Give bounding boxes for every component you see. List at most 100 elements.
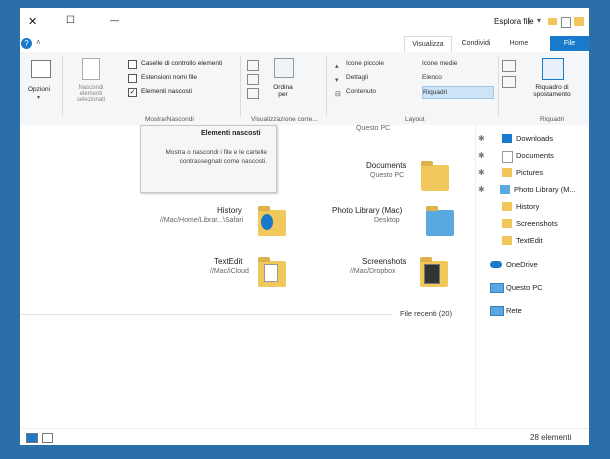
sort-by-label: Ordina per bbox=[273, 84, 293, 98]
hide-selected-label: Nascondi elementi selezionati bbox=[76, 85, 106, 103]
separator-icon: | bbox=[528, 16, 531, 25]
nav-item-downloads[interactable]: ✱ Downloads bbox=[476, 131, 589, 146]
expand-icon[interactable]: ⊟ bbox=[335, 90, 341, 98]
nav-item-label: Screenshots bbox=[516, 219, 558, 228]
navigation-pane-label: Riquadro di spostamento bbox=[533, 84, 571, 98]
nav-item-photo-library[interactable]: ✱ Photo Library (M... bbox=[476, 182, 589, 197]
tab-home[interactable]: Home bbox=[502, 36, 536, 51]
checkbox-label: Estensioni nomi file bbox=[141, 74, 197, 81]
file-tile[interactable]: Screenshots //Mac/Dropbox bbox=[320, 255, 475, 289]
hide-selected-button[interactable]: Nascondi elementi selezionati bbox=[68, 56, 114, 104]
scroll-up-icon[interactable]: ▴ bbox=[335, 62, 339, 70]
layout-item-selected[interactable]: Riquadri bbox=[422, 86, 494, 99]
group-label-panes: Riquadri bbox=[540, 116, 565, 123]
checkbox-item-checkboxes[interactable] bbox=[128, 60, 137, 69]
pin-icon: ✱ bbox=[478, 151, 485, 160]
pin-icon: ✱ bbox=[478, 134, 485, 143]
help-icon[interactable]: ? bbox=[21, 38, 32, 49]
file-tile[interactable]: Photo Library (Mac) Desktop bbox=[320, 204, 475, 238]
layout-item[interactable]: Contenuto bbox=[346, 86, 410, 97]
layout-item[interactable]: Elenco bbox=[422, 72, 486, 83]
nav-item-label: Documents bbox=[516, 151, 554, 160]
folder-icon bbox=[502, 202, 512, 211]
nav-item-onedrive[interactable]: OneDrive bbox=[476, 257, 589, 272]
close-button[interactable]: ✕ bbox=[28, 15, 37, 28]
options-label: Opzioni bbox=[28, 86, 51, 93]
nav-item-this-pc[interactable]: Questo PC bbox=[476, 280, 589, 295]
ribbon-tabs: ? ˄ Visualizza Condividi Home File bbox=[20, 36, 589, 53]
nav-item-pictures[interactable]: ✱ Pictures bbox=[476, 165, 589, 180]
computer-icon bbox=[490, 283, 504, 293]
checkbox-label: Caselle di controllo elementi bbox=[141, 60, 223, 67]
details-view-icon[interactable] bbox=[42, 433, 53, 443]
nav-item-label: TextEdit bbox=[516, 236, 543, 245]
minimize-button[interactable]: — bbox=[110, 15, 119, 25]
layout-item[interactable]: Icone medie bbox=[422, 58, 486, 69]
chevron-down-icon[interactable]: ▾ bbox=[537, 16, 541, 25]
app-folder-icon bbox=[574, 17, 584, 26]
network-icon bbox=[490, 306, 504, 316]
pin-icon: ✱ bbox=[478, 168, 485, 177]
options-button[interactable]: Opzioni ▾ bbox=[26, 56, 56, 112]
file-tile-name: Documents bbox=[366, 161, 407, 170]
file-tile-name: Photo Library (Mac) bbox=[332, 206, 403, 215]
maximize-button[interactable]: ☐ bbox=[66, 15, 75, 26]
layout-item[interactable]: Icone piccole bbox=[346, 58, 410, 69]
chevron-up-icon[interactable]: ˄ bbox=[36, 38, 41, 47]
sort-by-button[interactable]: Ordina per bbox=[266, 56, 300, 106]
title-bar: ✕ ☐ — Esplora file | ▾ bbox=[20, 8, 589, 36]
folder-icon bbox=[548, 18, 557, 25]
nav-item-label: OneDrive bbox=[506, 260, 538, 269]
group-label-current-view: Visualizzazione corre... bbox=[251, 116, 318, 123]
file-tile-location: //Mac/iCloud bbox=[210, 268, 249, 275]
tab-visualizza[interactable]: Visualizza bbox=[404, 36, 452, 52]
navigation-pane: ✱ Downloads ✱ Documents ✱ Pictures ✱ Pho… bbox=[475, 125, 589, 428]
section-divider bbox=[20, 314, 392, 315]
ribbon-divider bbox=[62, 56, 63, 116]
properties-icon[interactable] bbox=[561, 17, 571, 28]
file-tile-location: //Mac/Dropbox bbox=[350, 268, 396, 275]
status-bar: 28 elementi bbox=[20, 428, 589, 445]
nav-item-textedit[interactable]: TextEdit bbox=[476, 233, 589, 248]
nav-item-documents[interactable]: ✱ Documents bbox=[476, 148, 589, 163]
checkbox-label: Elementi nascosti bbox=[141, 88, 192, 95]
details-pane-icon[interactable] bbox=[502, 60, 516, 72]
nav-item-screenshots[interactable]: Screenshots bbox=[476, 216, 589, 231]
navigation-pane-icon bbox=[542, 58, 564, 80]
scroll-down-icon[interactable]: ▾ bbox=[335, 76, 339, 84]
tiles-view-icon[interactable] bbox=[26, 433, 38, 443]
file-tile-location: //Mac/Home/Librar...\Safari bbox=[160, 217, 244, 224]
checkbox-hidden-items[interactable]: ✓ bbox=[128, 88, 137, 97]
nav-item-history[interactable]: History bbox=[476, 199, 589, 214]
layout-item[interactable]: Dettagli bbox=[346, 72, 410, 83]
file-tile-location: Questo PC bbox=[356, 125, 391, 132]
file-tile-name: Screenshots bbox=[362, 257, 407, 266]
folder-icon bbox=[502, 236, 512, 245]
safari-icon bbox=[261, 214, 273, 230]
layout-item-label: Riquadri bbox=[423, 89, 448, 96]
group-by-icon[interactable] bbox=[247, 60, 259, 71]
file-tile[interactable]: TextEdit //Mac/iCloud bbox=[170, 255, 310, 289]
document-icon bbox=[502, 151, 513, 163]
tab-file[interactable]: File bbox=[550, 36, 589, 51]
preview-pane-icon[interactable] bbox=[502, 76, 516, 88]
photo-library-icon bbox=[500, 185, 510, 194]
ribbon-divider bbox=[498, 56, 499, 116]
ribbon-divider bbox=[326, 56, 327, 116]
nav-item-network[interactable]: Rete bbox=[476, 303, 589, 318]
add-columns-icon[interactable] bbox=[247, 74, 259, 85]
layout-item-label: Icone medie bbox=[422, 60, 458, 67]
recent-files-header[interactable]: File recenti (20) bbox=[20, 307, 475, 319]
nav-item-label: Questo PC bbox=[506, 283, 543, 292]
pin-icon: ✱ bbox=[478, 185, 485, 194]
file-tile[interactable]: History //Mac/Home/Librar...\Safari bbox=[140, 204, 300, 238]
tooltip-title: Elementi nascosti bbox=[201, 130, 261, 137]
tab-condividi[interactable]: Condividi bbox=[453, 36, 499, 51]
checkbox-file-extensions[interactable] bbox=[128, 74, 137, 83]
folder-icon bbox=[502, 219, 512, 228]
navigation-pane-button[interactable]: Riquadro di spostamento bbox=[520, 56, 584, 106]
hide-selected-icon bbox=[82, 58, 100, 80]
nav-item-label: Pictures bbox=[516, 168, 544, 177]
photo-folder-icon bbox=[426, 206, 454, 236]
size-columns-icon[interactable] bbox=[247, 88, 259, 99]
